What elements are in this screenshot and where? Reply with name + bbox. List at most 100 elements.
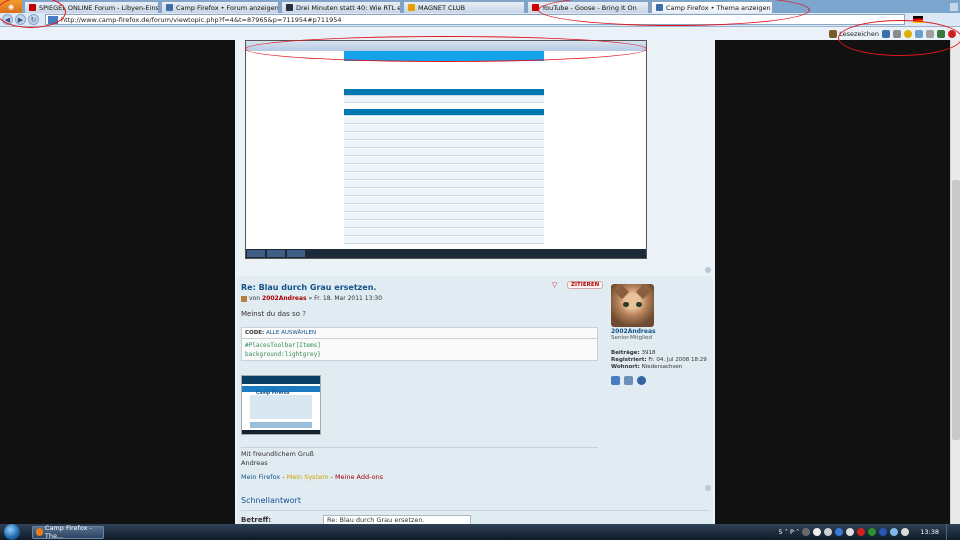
spiegel-icon (29, 4, 36, 11)
tray-icon[interactable] (868, 528, 877, 536)
select-all-link[interactable]: ALLE AUSWÄHLEN (266, 330, 316, 336)
attachment-thumbnail[interactable]: Camp Firefox (241, 375, 321, 435)
tab-strip: ◉ SPIEGEL ONLINE Forum - Libyen-Eins... … (0, 0, 960, 13)
site-identity-icon[interactable] (48, 15, 58, 24)
quote-button[interactable]: ZITIEREN (567, 281, 604, 289)
network-icon[interactable] (890, 528, 899, 536)
back-arrow-icon: ◀ (4, 15, 11, 24)
back-button[interactable]: ◀ (2, 14, 13, 25)
code-content: #PlacesToolbar[Items] background:lightgr… (242, 339, 597, 361)
profile-name[interactable]: 2002Andreas (611, 328, 711, 335)
embedded-taskbar (246, 249, 646, 258)
page-icon[interactable] (893, 29, 901, 38)
tray-icon[interactable] (824, 528, 833, 536)
block-icon[interactable] (948, 29, 956, 38)
author-profile: 2002Andreas Senior-Mitglied Beiträge: 39… (611, 284, 711, 414)
url-bar[interactable]: http://www.camp-firefox.de/forum/viewtop… (45, 14, 905, 25)
system-tray: 5 ˄ P ˄ 13:38 (779, 524, 960, 540)
bookmarks-icon (829, 29, 838, 38)
tab-camp-firefox-forum[interactable]: Camp Firefox • Forum anzeigen - Fire... (161, 1, 279, 13)
post-title[interactable]: Re: Blau durch Grau ersetzen. (241, 283, 376, 292)
tool-icon[interactable] (937, 29, 945, 38)
website-icon[interactable] (637, 376, 646, 385)
forum-post: Re: Blau durch Grau ersetzen. von 2002An… (237, 276, 713, 494)
tab-label: MAGNET CLUB (418, 3, 466, 12)
new-tab-button[interactable] (950, 2, 958, 11)
firefox-icon (36, 528, 43, 536)
tab-magnet-club[interactable]: MAGNET CLUB (403, 1, 525, 13)
embedded-row (344, 237, 544, 244)
embedded-row (344, 157, 544, 164)
subject-input[interactable]: Re: Blau durch Grau ersetzen. (323, 515, 471, 524)
window-controls (950, 0, 960, 13)
profile-registered: Registriert: Fr. 04. Jul 2008 18:29 (611, 357, 711, 363)
link-mein-system[interactable]: Mein System (287, 473, 329, 481)
tab-spiegel[interactable]: SPIEGEL ONLINE Forum - Libyen-Eins... (24, 1, 159, 13)
profile-location: Wohnort: Niedersachsen (611, 364, 711, 370)
page-scrollbar[interactable] (950, 40, 960, 524)
reload-button[interactable]: ↻ (28, 14, 39, 25)
profile-posts-value[interactable]: 3918 (641, 350, 655, 356)
page-background-left (0, 40, 235, 524)
embedded-forum-header (344, 51, 544, 61)
link-mein-firefox[interactable]: Mein Firefox (241, 473, 280, 481)
embedded-row (344, 96, 544, 103)
email-icon[interactable] (624, 376, 633, 385)
start-button[interactable] (4, 524, 20, 540)
taskbar-firefox-window[interactable]: Camp Firefox - The... (32, 524, 104, 540)
tray-icon[interactable] (857, 528, 866, 536)
forward-button[interactable]: ▶ (15, 14, 26, 25)
bookmarks-label: Lesezeichen (839, 29, 879, 38)
embedded-table-header (344, 109, 544, 116)
bookmarks-button[interactable]: Lesezeichen (829, 29, 879, 38)
link-meine-addons[interactable]: Meine Add-ons (335, 473, 383, 481)
post-by: von (249, 295, 261, 302)
pm-icon[interactable] (611, 376, 620, 385)
quick-reply-divider (241, 510, 709, 511)
back-to-top-icon[interactable] (705, 267, 711, 273)
embedded-row (344, 197, 544, 204)
embedded-row (344, 165, 544, 172)
tab-rtl-article[interactable]: Drei Minuten statt 40: Wie RTL ein Int..… (281, 1, 401, 13)
post-author-link[interactable]: 2002Andreas (262, 295, 307, 302)
embedded-row (344, 133, 544, 140)
tray-icon[interactable] (835, 528, 844, 536)
firefox-icon: ◉ (7, 2, 15, 11)
profile-contact-icons (611, 376, 711, 385)
tray-icon[interactable] (813, 528, 822, 536)
addon-icon[interactable] (882, 29, 890, 38)
code-line: #PlacesToolbar[Items] (245, 342, 321, 349)
avatar[interactable] (611, 284, 654, 327)
code-box: CODE: ALLE AUSWÄHLEN #PlacesToolbar[Item… (241, 327, 598, 361)
subject-label: Betreff: (241, 516, 272, 524)
greeting-line: Mit freundlichem Gruß (241, 450, 314, 458)
profile-posts: Beiträge: 3918 (611, 350, 711, 356)
scrollbar-thumb[interactable] (952, 180, 960, 440)
tray-icon[interactable] (802, 528, 811, 536)
embedded-row (344, 117, 544, 124)
show-desktop-button[interactable] (946, 524, 954, 540)
windows-taskbar: Camp Firefox - The... 5 ˄ P ˄ 13:38 (0, 524, 960, 540)
clock[interactable]: 13:38 (920, 528, 939, 536)
embedded-row (344, 213, 544, 220)
puzzle-icon[interactable] (926, 29, 934, 38)
smiley-icon[interactable] (904, 29, 912, 38)
volume-icon[interactable] (901, 528, 910, 536)
report-icon[interactable]: ▽ (552, 281, 557, 289)
extension-icon[interactable] (915, 29, 923, 38)
embedded-row (344, 181, 544, 188)
tab-label: SPIEGEL ONLINE Forum - Libyen-Eins... (39, 3, 159, 12)
embedded-screenshot[interactable] (245, 40, 647, 259)
news-icon (286, 4, 293, 11)
embedded-row (344, 173, 544, 180)
tray-icon[interactable] (846, 528, 855, 536)
tab-label: YouTube - Goose - Bring It On (542, 3, 637, 12)
tab-camp-firefox-topic[interactable]: Camp Firefox • Thema anzeigen - Bla... ✕ (651, 1, 773, 13)
tab-youtube[interactable]: YouTube - Goose - Bring It On (527, 1, 649, 13)
signature-greeting: Mit freundlichem Gruß Andreas (241, 450, 314, 468)
tray-icon[interactable] (879, 528, 888, 536)
embedded-browser-bar (246, 41, 646, 51)
firefox-menu-button[interactable]: ◉ (0, 0, 22, 13)
post-text-q: ? (302, 310, 306, 318)
embedded-row (344, 229, 544, 236)
